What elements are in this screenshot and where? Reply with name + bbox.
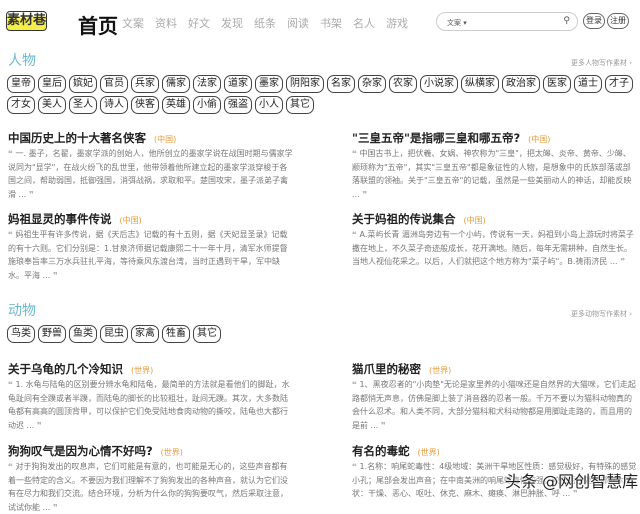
- section-title-people: 人物: [8, 50, 36, 70]
- article-region: (中国): [528, 135, 550, 144]
- article-title[interactable]: 关于乌龟的几个冷知识: [8, 362, 123, 376]
- tag[interactable]: 才子: [605, 75, 633, 93]
- article-excerpt: 1. 水龟与陆龟的区别要分辨水龟和陆龟，最简单的方法就是看他们的脚趾，水龟趾间有…: [8, 380, 290, 430]
- tag[interactable]: 美人: [38, 96, 66, 114]
- tag[interactable]: 纵横家: [461, 75, 499, 93]
- tag[interactable]: 兵家: [131, 75, 159, 93]
- tag[interactable]: 鸟类: [7, 325, 35, 343]
- tag[interactable]: 小说家: [420, 75, 458, 93]
- tag[interactable]: 其它: [193, 325, 221, 343]
- article[interactable]: 妈祖显灵的事件传说(中国)❝ 妈祖生平有许多传说，据《天后志》记载的有十五则，据…: [8, 211, 293, 282]
- search-category-select[interactable]: 文案 ▾: [447, 19, 467, 27]
- tag[interactable]: 皇帝: [7, 75, 35, 93]
- article-region: (世界): [418, 448, 440, 457]
- tag[interactable]: 昆虫: [100, 325, 128, 343]
- article-title[interactable]: "三皇五帝"是指哪三皇和哪五帝?: [352, 131, 520, 145]
- article[interactable]: "三皇五帝"是指哪三皇和哪五帝?(中国)❝ 中国古书上，把伏羲、女娲、神农称为"…: [352, 130, 637, 201]
- tag[interactable]: 农家: [389, 75, 417, 93]
- tag[interactable]: 侠客: [131, 96, 159, 114]
- tag[interactable]: 名家: [327, 75, 355, 93]
- tag[interactable]: 道士: [574, 75, 602, 93]
- login-button[interactable]: 登录: [583, 13, 605, 29]
- tag[interactable]: 官员: [100, 75, 128, 93]
- article-title[interactable]: 关于妈祖的传说集合: [352, 212, 456, 226]
- article-title[interactable]: 妈祖显灵的事件传说: [8, 212, 112, 226]
- tag[interactable]: 医家: [543, 75, 571, 93]
- article-region: (中国): [464, 216, 486, 225]
- article-excerpt: 中国古书上，把伏羲、女娲、神农称为"三皇"，把太皞、炎帝、黄帝、少皞、颛顼称为"…: [352, 149, 631, 199]
- tag[interactable]: 鱼类: [69, 325, 97, 343]
- article[interactable]: 猫爪里的秘密(世界)❝ 1、黑夜忍者的"小肉垫"无论是家里养的小猫咪还是自然界的…: [352, 361, 637, 432]
- article-title[interactable]: 中国历史上的十大著名侠客: [8, 131, 146, 145]
- tag[interactable]: 牲畜: [162, 325, 190, 343]
- tag[interactable]: 阴阳家: [286, 75, 324, 93]
- people-tags: 皇帝皇后嫔妃官员兵家儒家法家道家墨家阴阳家名家杂家农家小说家纵横家政治家医家道士…: [7, 75, 637, 114]
- nav-item[interactable]: 游戏: [386, 15, 408, 31]
- nav-item[interactable]: 纸条: [254, 15, 276, 31]
- tag[interactable]: 杂家: [358, 75, 386, 93]
- nav-item[interactable]: 文案: [122, 15, 144, 31]
- article-excerpt: 1、黑夜忍者的"小肉垫"无论是家里养的小猫咪还是自然界的大猫咪，它们走起路都悄无…: [352, 380, 636, 430]
- nav-item[interactable]: 资料: [155, 15, 177, 31]
- article-region: (中国): [120, 216, 142, 225]
- nav-item[interactable]: 阅读: [287, 15, 309, 31]
- nav-home[interactable]: 首页: [78, 10, 118, 39]
- tag[interactable]: 诗人: [100, 96, 128, 114]
- article-region: (世界): [161, 448, 183, 457]
- tag[interactable]: 道家: [224, 75, 252, 93]
- search-icon[interactable]: ⚲: [563, 16, 570, 26]
- article-excerpt: 一. 墨子，名翟，墨家学派的创始人，他所创立的墨家学说在战国时期与儒家学说同为"…: [8, 149, 293, 199]
- watermark: 头条 @网创智慧库: [505, 468, 638, 492]
- article-region: (世界): [131, 366, 153, 375]
- nav-item[interactable]: 书架: [320, 15, 342, 31]
- article-excerpt: A.菜屿长青 湄洲岛旁边有一个小屿，传说有一天，妈祖到小岛上游玩时将菜子撒在地上…: [352, 230, 634, 266]
- article-title[interactable]: 狗狗叹气是因为心情不好吗?: [8, 444, 153, 458]
- article-title[interactable]: 猫爪里的秘密: [352, 362, 421, 376]
- nav-item[interactable]: 名人: [353, 15, 375, 31]
- more-people-link[interactable]: 更多人物写作素材 ›: [571, 58, 632, 68]
- nav-item[interactable]: 好文: [188, 15, 210, 31]
- article[interactable]: 关于妈祖的传说集合(中国)❝ A.菜屿长青 湄洲岛旁边有一个小屿，传说有一天，妈…: [352, 211, 637, 269]
- tag[interactable]: 嫔妃: [69, 75, 97, 93]
- search-input[interactable]: 文案 ▾ ⚲: [436, 12, 578, 31]
- tag[interactable]: 才女: [7, 96, 35, 114]
- tag[interactable]: 圣人: [69, 96, 97, 114]
- register-button[interactable]: 注册: [607, 13, 629, 29]
- article-region: (世界): [429, 366, 451, 375]
- section-title-animals: 动物: [8, 300, 36, 320]
- tag[interactable]: 英雄: [162, 96, 190, 114]
- tag[interactable]: 法家: [193, 75, 221, 93]
- article-title[interactable]: 有名的毒蛇: [352, 444, 410, 458]
- article[interactable]: 中国历史上的十大著名侠客(中国)❝ 一. 墨子，名翟，墨家学派的创始人，他所创立…: [8, 130, 293, 201]
- tag[interactable]: 小偷: [193, 96, 221, 114]
- tag[interactable]: 政治家: [502, 75, 540, 93]
- tag[interactable]: 小人: [255, 96, 283, 114]
- article-region: (中国): [154, 135, 176, 144]
- article[interactable]: 关于乌龟的几个冷知识(世界)❝ 1. 水龟与陆龟的区别要分辨水龟和陆龟，最简单的…: [8, 361, 293, 432]
- tag[interactable]: 其它: [286, 96, 314, 114]
- article[interactable]: 狗狗叹气是因为心情不好吗?(世界)❝ 对于狗狗发出的叹息声，它们可能是有意的，也…: [8, 443, 293, 514]
- more-animals-link[interactable]: 更多动物写作素材 ›: [571, 309, 632, 319]
- tag[interactable]: 家禽: [131, 325, 159, 343]
- tag[interactable]: 儒家: [162, 75, 190, 93]
- main-nav: 文案 资料 好文 发现 纸条 阅读 书架 名人 游戏: [122, 15, 408, 31]
- nav-item[interactable]: 发现: [221, 15, 243, 31]
- tag[interactable]: 墨家: [255, 75, 283, 93]
- tag[interactable]: 强盗: [224, 96, 252, 114]
- animal-tags: 鸟类野兽鱼类昆虫家禽牲畜其它: [7, 325, 637, 343]
- tag[interactable]: 皇后: [38, 75, 66, 93]
- header: 素材巷 首页 文案 资料 好文 发现 纸条 阅读 书架 名人 游戏 文案 ▾ ⚲…: [0, 0, 640, 42]
- site-logo[interactable]: 素材巷: [6, 11, 47, 31]
- tag[interactable]: 野兽: [38, 325, 66, 343]
